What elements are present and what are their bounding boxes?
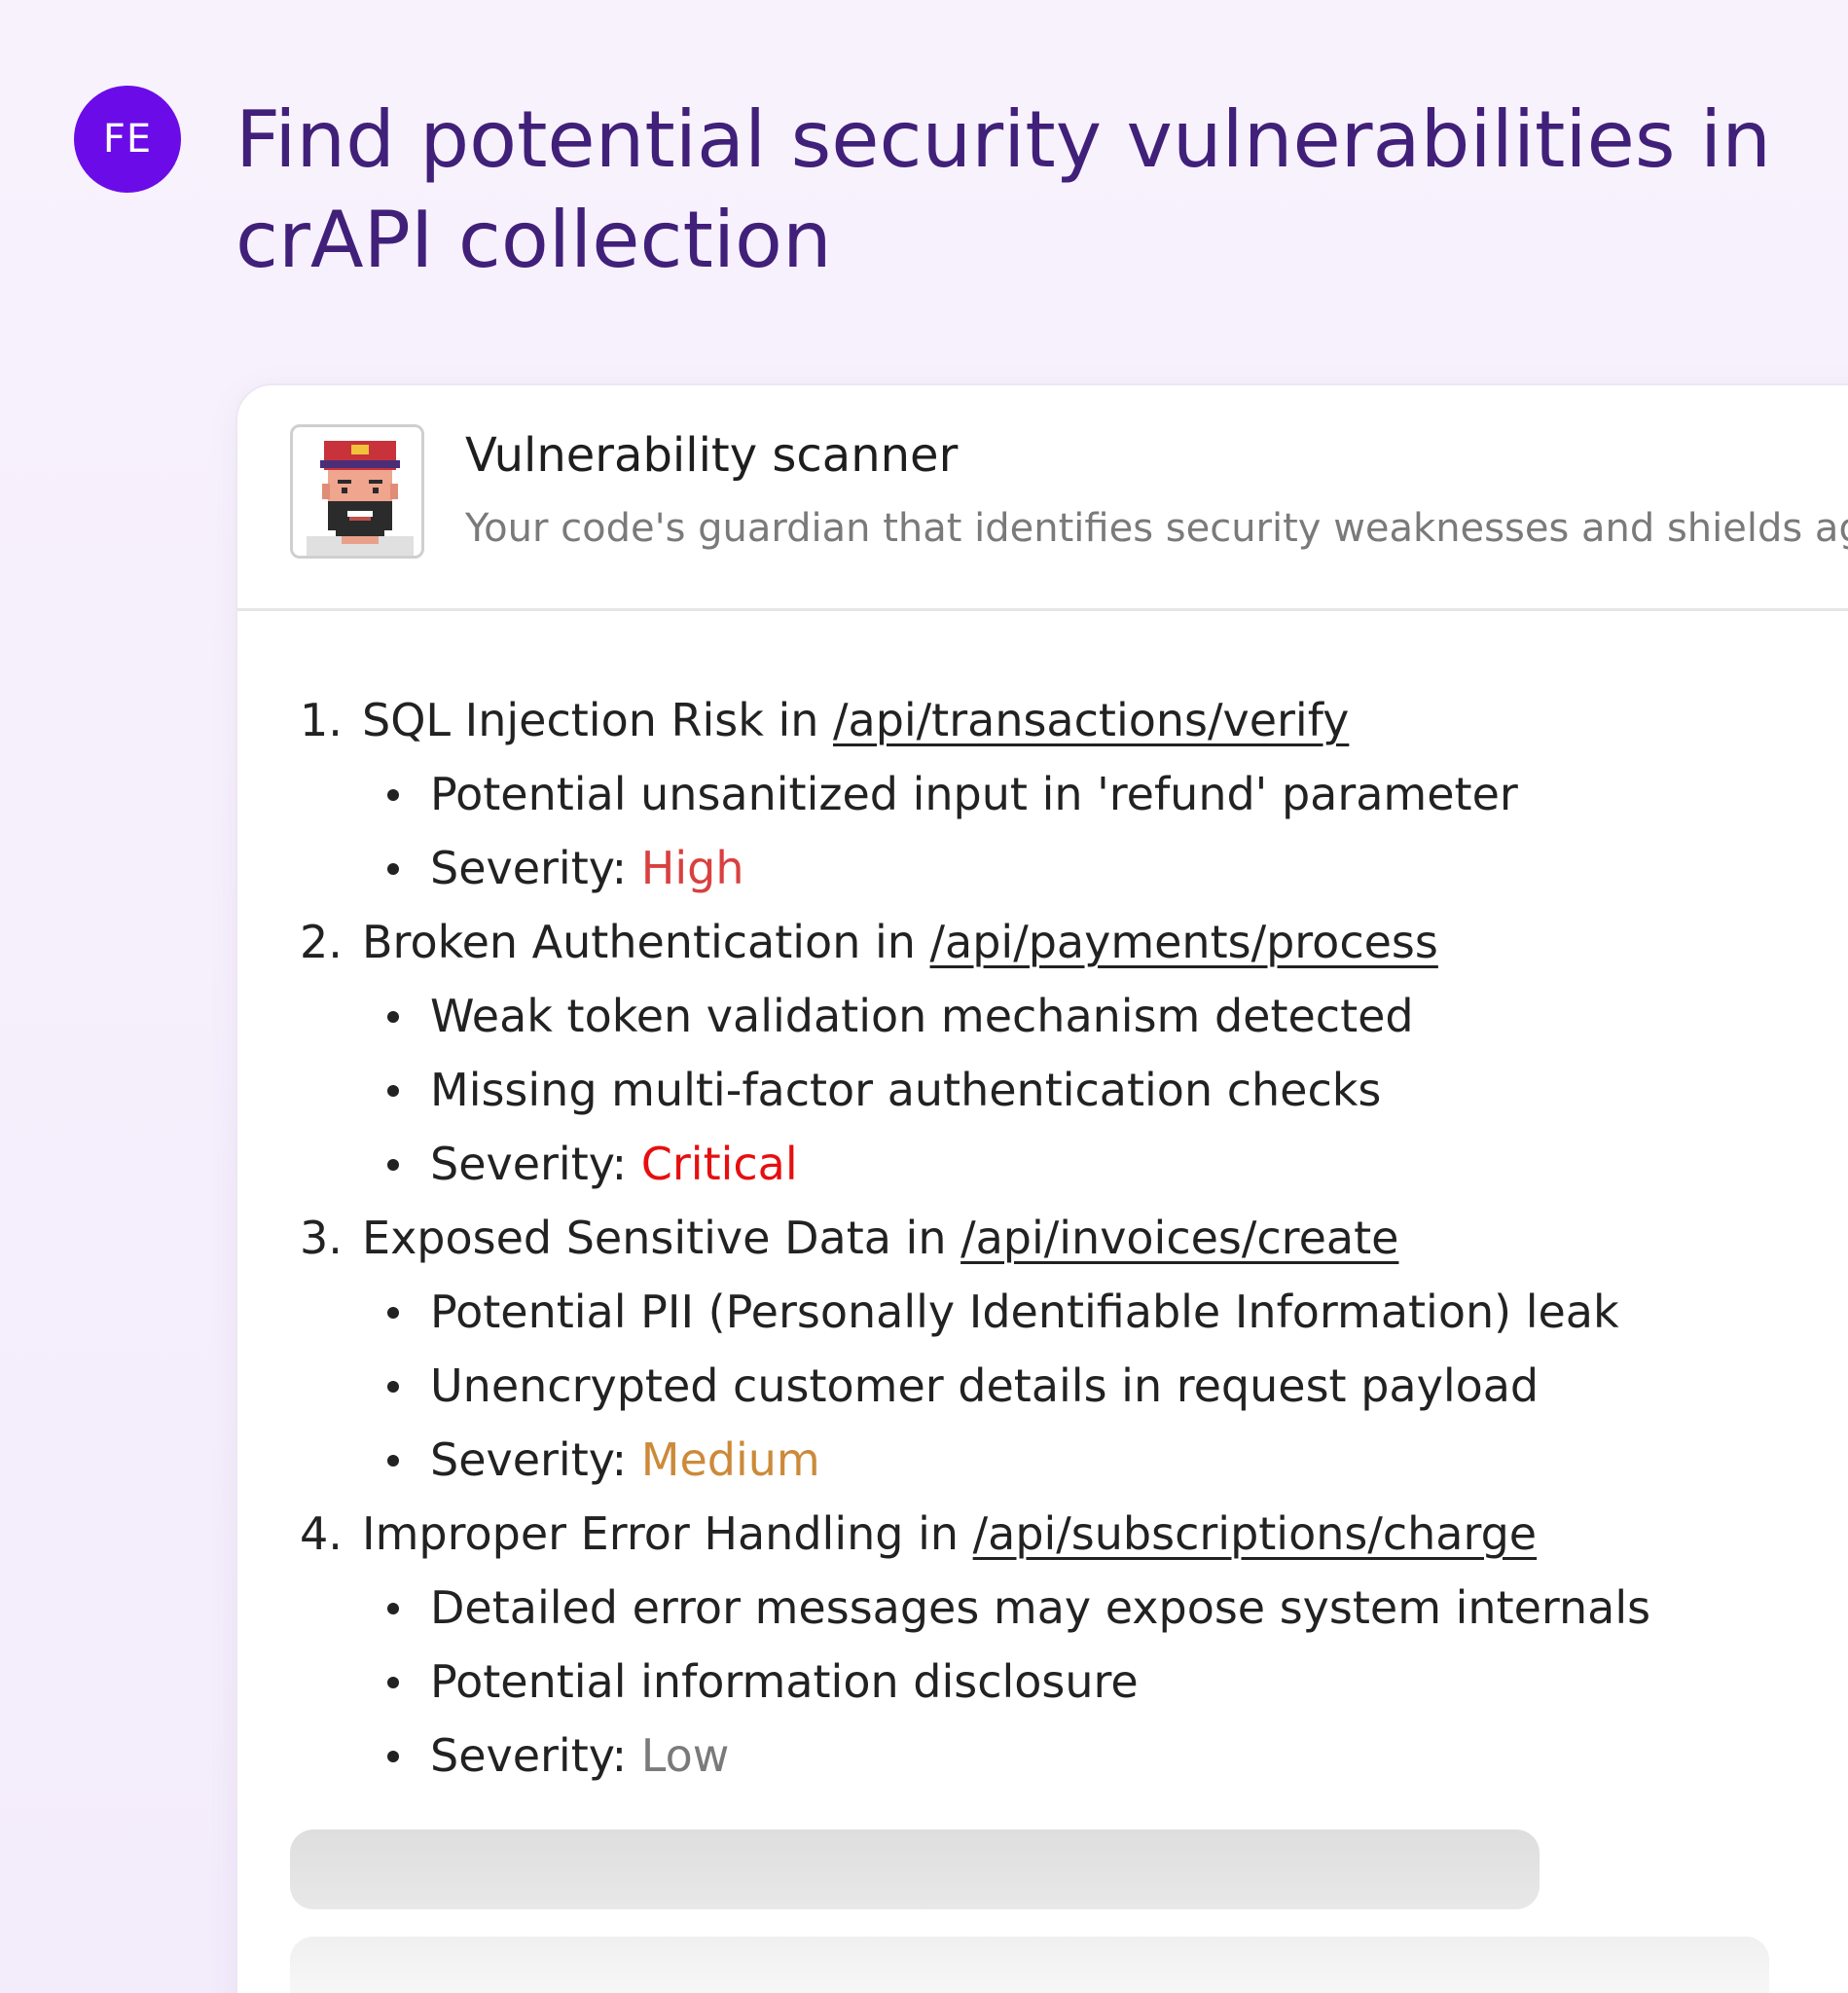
agent-header: Vulnerability scanner Your code's guardi… <box>237 385 1848 611</box>
severity-value: Critical <box>640 1138 798 1190</box>
user-prompt: FE Find potential security vulnerabiliti… <box>74 86 1809 290</box>
finding-item: 3. Exposed Sensitive Data in /api/invoic… <box>300 1201 1848 1497</box>
detail-item: Potential information disclosure <box>387 1645 1848 1719</box>
prompt-text: Find potential security vulnerabilities … <box>236 94 1771 285</box>
finding-title: 3. Exposed Sensitive Data in /api/invoic… <box>300 1201 1848 1275</box>
agent-name: Vulnerability scanner <box>465 428 959 483</box>
endpoint-link[interactable]: /api/invoices/create <box>960 1201 1398 1275</box>
severity-item: Severity: High <box>387 831 1848 905</box>
finding-item: 2. Broken Authentication in /api/payment… <box>300 905 1848 1201</box>
finding-title: 1. SQL Injection Risk in /api/transactio… <box>300 683 1848 757</box>
detail-item: Potential unsanitized input in 'refund' … <box>387 757 1848 831</box>
detail-item: Missing multi-factor authentication chec… <box>387 1053 1848 1127</box>
user-avatar[interactable]: FE <box>74 86 181 193</box>
agent-avatar-icon <box>290 424 424 559</box>
response-card: Vulnerability scanner Your code's guardi… <box>236 383 1848 1993</box>
severity-item: Severity: Low <box>387 1719 1848 1793</box>
severity-label: Severity: <box>430 1433 628 1486</box>
loading-skeleton-bar <box>290 1830 1540 1909</box>
severity-value: Medium <box>640 1433 820 1486</box>
finding-details: Weak token validation mechanism detected… <box>300 979 1848 1201</box>
loading-skeleton-bar <box>290 1937 1769 1993</box>
detail-item: Detailed error messages may expose syste… <box>387 1571 1848 1645</box>
finding-details: Potential unsanitized input in 'refund' … <box>300 757 1848 905</box>
finding-title-text: SQL Injection Risk in <box>362 694 834 746</box>
endpoint-link[interactable]: /api/payments/process <box>930 905 1438 979</box>
finding-details: Detailed error messages may expose syste… <box>300 1571 1848 1793</box>
finding-title: 2. Broken Authentication in /api/payment… <box>300 905 1848 979</box>
severity-label: Severity: <box>430 842 628 894</box>
finding-title-text: Exposed Sensitive Data in <box>362 1212 961 1264</box>
severity-item: Severity: Medium <box>387 1423 1848 1497</box>
severity-value: Low <box>640 1729 730 1782</box>
finding-number: 2. <box>300 916 343 968</box>
endpoint-link[interactable]: /api/transactions/verify <box>833 683 1349 757</box>
page: FE Find potential security vulnerabiliti… <box>0 0 1848 1993</box>
endpoint-link[interactable]: /api/subscriptions/charge <box>973 1497 1537 1571</box>
finding-number: 1. <box>300 694 343 746</box>
finding-item: 1. SQL Injection Risk in /api/transactio… <box>300 683 1848 905</box>
finding-item: 4. Improper Error Handling in /api/subsc… <box>300 1497 1848 1793</box>
finding-number: 3. <box>300 1212 343 1264</box>
findings-list: 1. SQL Injection Risk in /api/transactio… <box>300 683 1848 1793</box>
detail-item: Potential PII (Personally Identifiable I… <box>387 1275 1848 1349</box>
finding-number: 4. <box>300 1507 343 1560</box>
severity-item: Severity: Critical <box>387 1127 1848 1201</box>
finding-details: Potential PII (Personally Identifiable I… <box>300 1275 1848 1497</box>
severity-value: High <box>640 842 744 894</box>
severity-label: Severity: <box>430 1138 628 1190</box>
detail-item: Weak token validation mechanism detected <box>387 979 1848 1053</box>
finding-title-text: Broken Authentication in <box>362 916 930 968</box>
finding-title: 4. Improper Error Handling in /api/subsc… <box>300 1497 1848 1571</box>
detail-item: Unencrypted customer details in request … <box>387 1349 1848 1423</box>
agent-description: Your code's guardian that identifies sec… <box>465 506 1848 551</box>
finding-title-text: Improper Error Handling in <box>362 1507 973 1560</box>
severity-label: Severity: <box>430 1729 628 1782</box>
